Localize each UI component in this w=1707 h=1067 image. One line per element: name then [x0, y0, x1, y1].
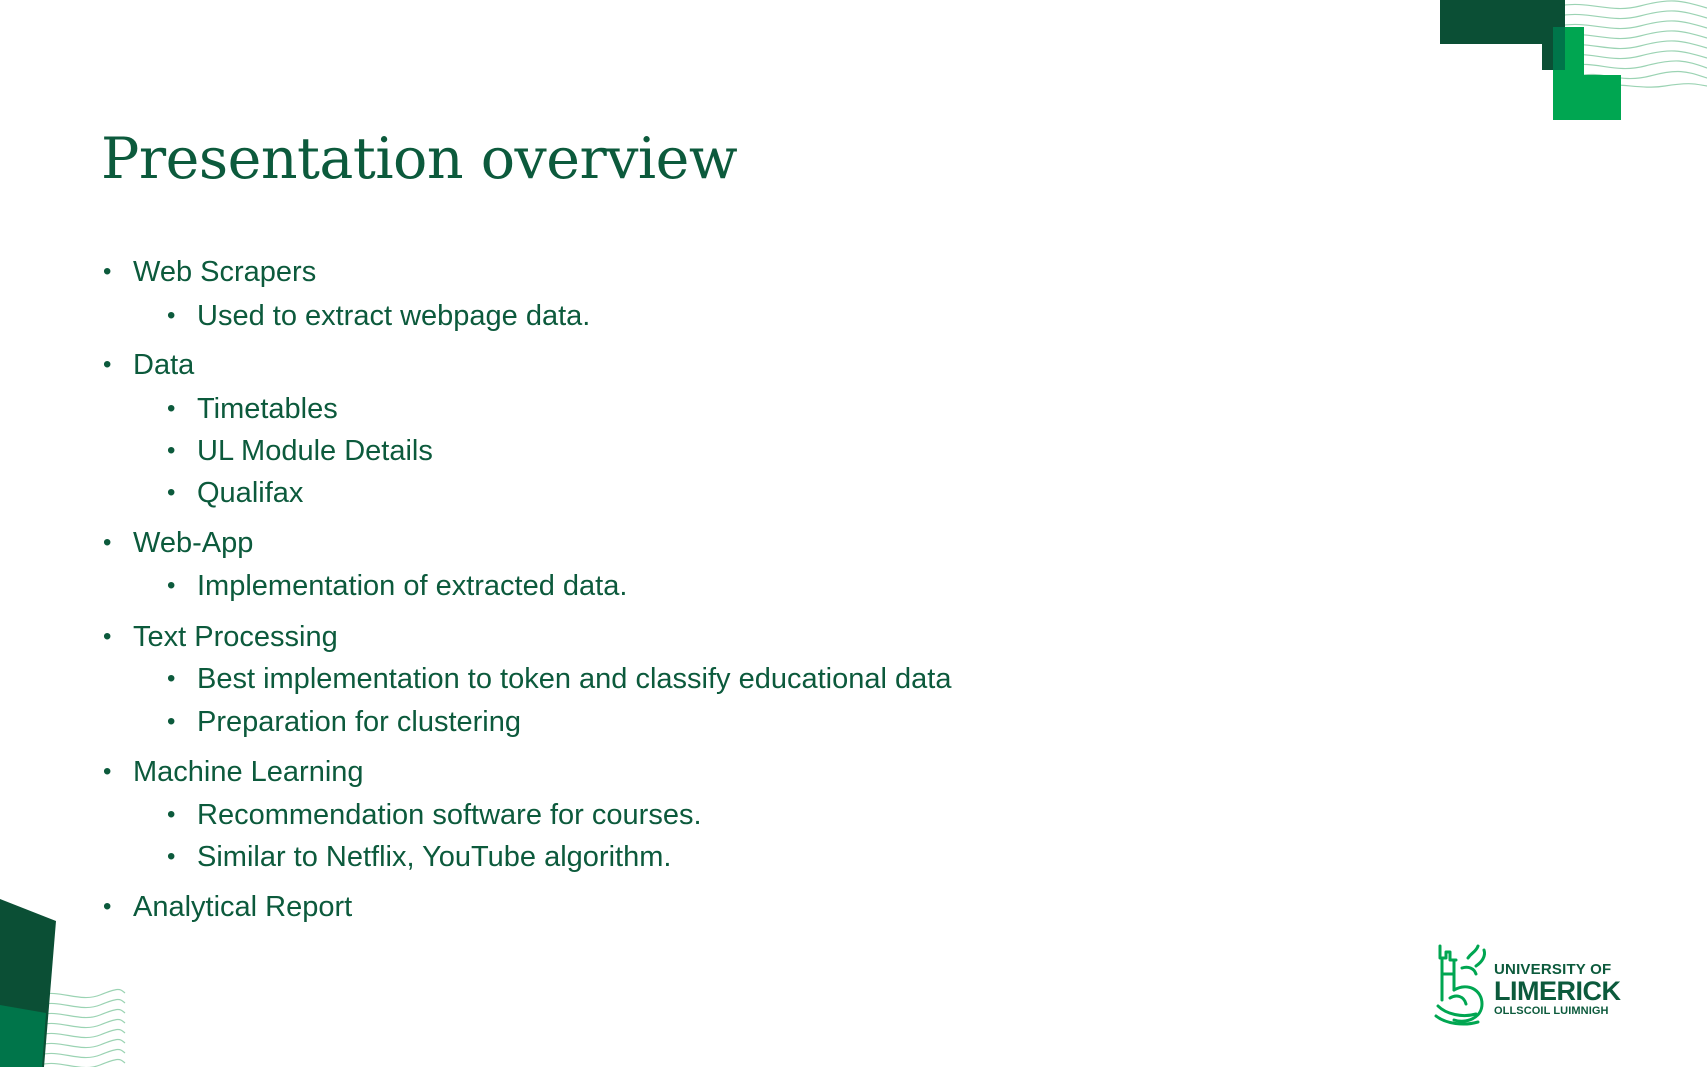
slide: Presentation overview • Web Scrapers • U…	[0, 0, 1707, 1067]
bullet-dot-icon: •	[167, 572, 176, 599]
bullet-dot-icon: •	[167, 665, 176, 692]
bullet-item: • Qualifax	[167, 476, 304, 510]
ul-crest-icon	[1434, 944, 1486, 1026]
bullet-item: • Text Processing	[103, 620, 338, 654]
logo-line-2: LIMERICK	[1494, 976, 1621, 1006]
bullet-text: Timetables	[197, 393, 338, 425]
bullet-item: • Recommendation software for courses.	[167, 798, 702, 832]
bullet-dot-icon: •	[103, 893, 112, 920]
bullet-dot-icon: •	[167, 395, 176, 422]
bullet-text: Machine Learning	[133, 756, 364, 788]
bullet-dot-icon: •	[103, 623, 112, 650]
bullet-text: Data	[133, 349, 195, 381]
bullet-item: • Used to extract webpage data.	[167, 299, 591, 333]
bullet-text: Web Scrapers	[133, 256, 317, 288]
bullet-dot-icon: •	[103, 258, 112, 285]
bullet-text: Text Processing	[133, 621, 338, 653]
university-logo: UNIVERSITY OF LIMERICK OLLSCOIL LUIMNIGH	[1432, 938, 1632, 1028]
bullet-dot-icon: •	[167, 302, 176, 329]
bullet-text: Implementation of extracted data.	[197, 570, 628, 602]
bullet-item: • Machine Learning	[103, 755, 364, 789]
bullet-text: Used to extract webpage data.	[197, 300, 591, 332]
bullet-text: Recommendation software for courses.	[197, 799, 702, 831]
bullet-dot-icon: •	[103, 529, 112, 556]
bullet-text: Preparation for clustering	[197, 706, 521, 738]
bullet-dot-icon: •	[167, 843, 176, 870]
bullet-dot-icon: •	[103, 351, 112, 378]
bullet-item: • Analytical Report	[103, 890, 353, 924]
bullet-dot-icon: •	[167, 801, 176, 828]
bullet-text: Qualifax	[197, 477, 304, 509]
bullet-text: UL Module Details	[197, 435, 433, 467]
bullet-text: Analytical Report	[133, 891, 353, 923]
bullet-text: Web-App	[133, 527, 254, 559]
bullet-item: • Web Scrapers	[103, 255, 317, 289]
bullet-item: • Similar to Netflix, YouTube algorithm.	[167, 840, 672, 874]
bullet-dot-icon: •	[167, 437, 176, 464]
bullet-list: • Web Scrapers • Used to extract webpage…	[0, 0, 1200, 1067]
bullet-dot-icon: •	[103, 758, 112, 785]
bullet-text: Best implementation to token and classif…	[197, 663, 952, 695]
bullet-dot-icon: •	[167, 708, 176, 735]
bullet-item: • Timetables	[167, 392, 338, 426]
logo-line-3: OLLSCOIL LUIMNIGH	[1494, 1005, 1609, 1017]
bullet-item: • Web-App	[103, 526, 254, 560]
bullet-text: Similar to Netflix, YouTube algorithm.	[197, 841, 672, 873]
bullet-item: • Preparation for clustering	[167, 705, 521, 739]
bullet-item: • UL Module Details	[167, 434, 433, 468]
bullet-item: • Best implementation to token and class…	[167, 662, 952, 696]
top-right-decoration-icon	[1440, 0, 1707, 120]
bullet-item: • Implementation of extracted data.	[167, 569, 628, 603]
bullet-item: • Data	[103, 348, 195, 382]
bullet-dot-icon: •	[167, 479, 176, 506]
